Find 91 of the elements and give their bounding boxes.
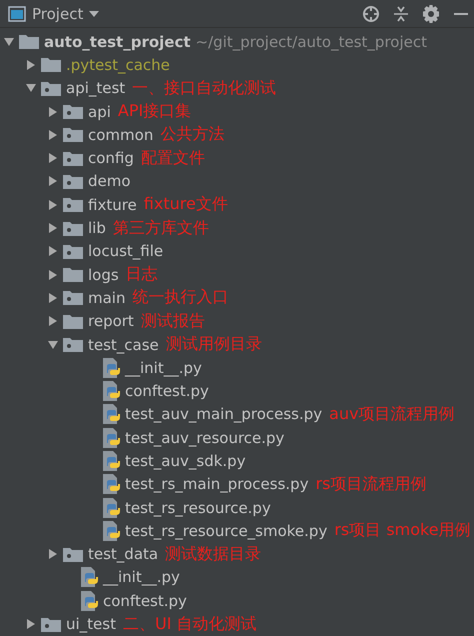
- package-folder-icon: [63, 290, 83, 306]
- annotation-text: 统一执行入口: [132, 287, 228, 308]
- settings-icon[interactable]: [422, 4, 440, 22]
- python-file-icon: [103, 404, 120, 424]
- folder-name[interactable]: main: [88, 288, 126, 307]
- collapsed-arrow-icon[interactable]: [48, 176, 58, 186]
- expanded-arrow-icon[interactable]: [26, 83, 36, 94]
- minimize-icon[interactable]: [454, 12, 468, 16]
- package-folder-icon: [63, 127, 83, 142]
- folder-icon: [63, 267, 83, 282]
- folder-name[interactable]: auto_test_project: [44, 32, 191, 51]
- collapsed-arrow-icon[interactable]: [48, 223, 58, 234]
- folder-name[interactable]: api: [88, 102, 111, 121]
- python-file-icon: [81, 590, 98, 611]
- annotation-text: 公共方法: [160, 124, 224, 146]
- panel-title[interactable]: Project: [32, 4, 84, 22]
- package-folder-icon: [63, 337, 83, 352]
- package-folder-icon: [63, 197, 83, 212]
- annotation-text: 二、UI 自动化测试: [122, 614, 256, 635]
- crosshair-icon[interactable]: [362, 4, 380, 22]
- window-icon: [8, 6, 26, 22]
- file-name[interactable]: test_auv_resource.py: [125, 428, 284, 447]
- folder-name[interactable]: api_test: [66, 79, 126, 98]
- python-file-icon: [103, 428, 120, 448]
- python-file-icon: [103, 498, 120, 518]
- expanded-arrow-icon[interactable]: [4, 36, 14, 47]
- collapsed-arrow-icon[interactable]: [48, 549, 58, 560]
- collapsed-arrow-icon[interactable]: [48, 246, 58, 256]
- file-name[interactable]: test_auv_main_process.py: [125, 405, 322, 424]
- collapsed-arrow-icon[interactable]: [48, 316, 58, 326]
- folder-name[interactable]: locust_file: [88, 242, 164, 260]
- folder-name[interactable]: logs: [88, 266, 119, 284]
- package-folder-icon: [41, 616, 61, 632]
- collapsed-arrow-icon[interactable]: [26, 619, 36, 630]
- python-file-icon: [103, 450, 120, 471]
- package-folder-icon: [63, 174, 83, 189]
- collapse-all-icon[interactable]: [394, 6, 408, 22]
- annotation-text: 一、接口自动化测试: [132, 78, 276, 99]
- package-folder-icon: [63, 220, 83, 236]
- folder-name[interactable]: .pytest_cache: [66, 56, 170, 74]
- collapsed-arrow-icon[interactable]: [48, 106, 58, 117]
- annotation-text: 测试用例目录: [166, 334, 262, 355]
- python-file-icon: [81, 567, 98, 588]
- folder-icon: [19, 34, 39, 50]
- annotation-text: 配置文件: [140, 148, 205, 169]
- python-file-icon: [103, 474, 120, 494]
- folder-name[interactable]: demo: [88, 172, 131, 190]
- python-file-icon: [103, 381, 120, 402]
- collapsed-arrow-icon[interactable]: [26, 60, 36, 70]
- annotation-text: rs项目 smoke用例: [334, 520, 471, 542]
- package-folder-icon: [63, 150, 83, 166]
- annotation-text: API接口集: [118, 101, 192, 122]
- package-folder-icon: [63, 546, 83, 562]
- package-folder-icon: [41, 80, 61, 96]
- folder-name[interactable]: config: [88, 149, 134, 168]
- file-name[interactable]: test_auv_sdk.py: [125, 452, 246, 470]
- collapsed-arrow-icon[interactable]: [48, 200, 58, 210]
- python-file-icon: [103, 520, 120, 541]
- folder-name[interactable]: report: [88, 312, 134, 330]
- file-name[interactable]: conftest.py: [103, 592, 187, 610]
- file-name[interactable]: __init__.py: [103, 568, 180, 586]
- folder-name[interactable]: fixture: [88, 196, 137, 214]
- file-name[interactable]: test_rs_main_process.py: [125, 475, 309, 494]
- project-path: ~/git_project/auto_test_project: [196, 32, 427, 51]
- folder-name[interactable]: lib: [88, 219, 106, 238]
- folder-name[interactable]: common: [88, 126, 154, 144]
- folder-icon: [41, 57, 61, 72]
- collapsed-arrow-icon[interactable]: [48, 270, 58, 280]
- folder-icon: [63, 314, 83, 329]
- annotation-text: auv项目流程用例: [329, 404, 455, 425]
- annotation-text: 测试数据目录: [165, 544, 262, 565]
- file-name[interactable]: test_rs_resource_smoke.py: [125, 522, 328, 540]
- annotation-text: rs项目流程用例: [316, 474, 426, 495]
- python-file-icon: [103, 358, 120, 378]
- file-name[interactable]: test_rs_resource.py: [125, 498, 271, 517]
- collapsed-arrow-icon[interactable]: [48, 130, 58, 140]
- folder-name[interactable]: ui_test: [66, 615, 116, 634]
- collapsed-arrow-icon[interactable]: [48, 292, 58, 303]
- dropdown-caret-icon[interactable]: [89, 10, 100, 18]
- file-name[interactable]: __init__.py: [125, 358, 202, 377]
- collapsed-arrow-icon[interactable]: [48, 153, 58, 164]
- package-folder-icon: [63, 104, 83, 120]
- annotation-text: 日志: [126, 264, 158, 286]
- expanded-arrow-icon[interactable]: [48, 340, 58, 350]
- annotation-text: 测试报告: [140, 310, 205, 332]
- folder-name[interactable]: test_data: [88, 545, 158, 564]
- annotation-text: fixture文件: [144, 194, 228, 216]
- package-folder-icon: [63, 244, 83, 259]
- annotation-text: 第三方库文件: [112, 218, 209, 239]
- folder-name[interactable]: test_case: [88, 336, 159, 354]
- file-name[interactable]: conftest.py: [125, 382, 209, 400]
